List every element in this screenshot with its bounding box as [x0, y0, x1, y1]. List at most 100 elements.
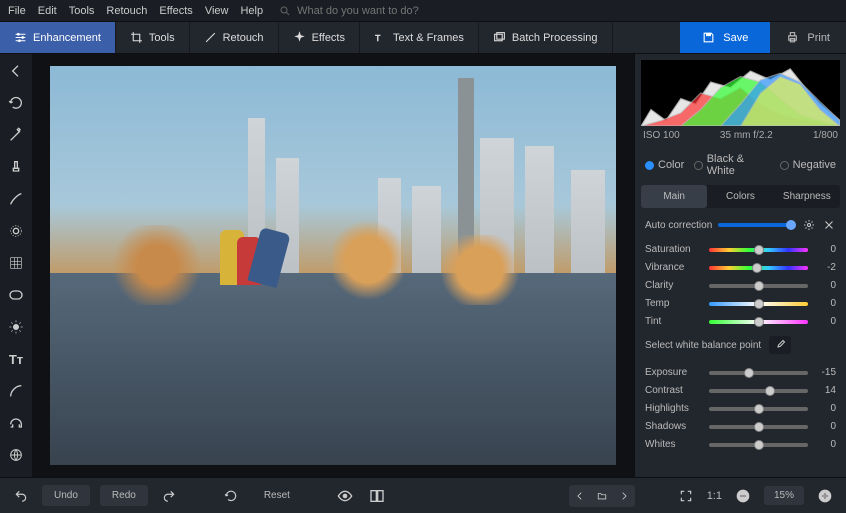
- fit-label[interactable]: 1:1: [707, 490, 722, 502]
- slider-track[interactable]: [709, 425, 808, 429]
- slider-label: Shadows: [645, 421, 703, 432]
- tool-column: Tт: [0, 54, 32, 477]
- slider-value: -2: [814, 262, 836, 273]
- search-box[interactable]: [279, 5, 457, 17]
- search-input[interactable]: [297, 5, 457, 17]
- sparkle-icon: [293, 31, 306, 44]
- subtab-sharpness[interactable]: Sharpness: [774, 185, 840, 208]
- menu-view[interactable]: View: [205, 5, 229, 17]
- redo-button[interactable]: Redo: [100, 485, 148, 506]
- next-icon[interactable]: [613, 485, 635, 507]
- tab-batch[interactable]: Batch Processing: [479, 22, 613, 53]
- slider-track[interactable]: [709, 266, 808, 270]
- crop-icon: [130, 31, 143, 44]
- print-icon: [786, 31, 799, 44]
- auto-label: Auto correction: [645, 220, 712, 231]
- wb-label: Select white balance point: [645, 340, 761, 351]
- slider-track[interactable]: [709, 284, 808, 288]
- slider-label: Whites: [645, 439, 703, 450]
- batch-icon: [493, 31, 506, 44]
- slider-track[interactable]: [709, 371, 808, 375]
- slider-track[interactable]: [709, 302, 808, 306]
- slider-tint[interactable]: Tint 0: [645, 316, 836, 327]
- menu-effects[interactable]: Effects: [159, 5, 192, 17]
- reset-icon[interactable]: [220, 485, 242, 507]
- undo-arrow-icon[interactable]: [10, 485, 32, 507]
- menu-edit[interactable]: Edit: [38, 5, 57, 17]
- slider-temp[interactable]: Temp 0: [645, 298, 836, 309]
- back-icon[interactable]: [7, 62, 25, 80]
- slider-sat[interactable]: Saturation 0: [645, 244, 836, 255]
- tab-text[interactable]: T Text & Frames: [360, 22, 479, 53]
- eye-icon[interactable]: [334, 485, 356, 507]
- slider-sh[interactable]: Shadows 0: [645, 421, 836, 432]
- save-icon: [702, 31, 715, 44]
- tab-retouch[interactable]: Retouch: [190, 22, 279, 53]
- zoom-out-icon[interactable]: [732, 485, 754, 507]
- meta-lens: 35 mm f/2.2: [720, 130, 773, 141]
- close-icon[interactable]: [822, 218, 836, 232]
- radio-negative[interactable]: Negative: [780, 159, 836, 171]
- eyedropper-icon[interactable]: [769, 336, 791, 354]
- save-label: Save: [723, 32, 748, 44]
- tab-tools[interactable]: Tools: [116, 22, 190, 53]
- fit-icon[interactable]: [675, 485, 697, 507]
- grid-icon[interactable]: [7, 254, 25, 272]
- auto-slider[interactable]: [718, 223, 796, 227]
- curve-icon[interactable]: [7, 382, 25, 400]
- meta-shutter: 1/800: [813, 130, 838, 141]
- circle-icon[interactable]: [7, 222, 25, 240]
- menu-tools[interactable]: Tools: [69, 5, 95, 17]
- slider-clar[interactable]: Clarity 0: [645, 280, 836, 291]
- slider-label: Vibrance: [645, 262, 703, 273]
- save-button[interactable]: Save: [680, 22, 770, 53]
- undo-button[interactable]: Undo: [42, 485, 90, 506]
- slider-con[interactable]: Contrast 14: [645, 385, 836, 396]
- slider-label: Contrast: [645, 385, 703, 396]
- tab-label: Text & Frames: [393, 32, 464, 44]
- wand-icon[interactable]: [7, 126, 25, 144]
- radio-color[interactable]: Color: [645, 159, 684, 171]
- subtab-colors[interactable]: Colors: [707, 185, 773, 208]
- menu-retouch[interactable]: Retouch: [106, 5, 147, 17]
- slider-label: Tint: [645, 316, 703, 327]
- tab-enhancement[interactable]: Enhancement: [0, 22, 116, 53]
- slider-hi[interactable]: Highlights 0: [645, 403, 836, 414]
- radio-bw[interactable]: Black & White: [694, 153, 769, 177]
- text-tool-icon[interactable]: Tт: [7, 350, 25, 368]
- tab-label: Tools: [149, 32, 175, 44]
- slider-track[interactable]: [709, 443, 808, 447]
- compare-icon[interactable]: [366, 485, 388, 507]
- folder-icon[interactable]: [591, 485, 613, 507]
- subtab-main[interactable]: Main: [641, 185, 707, 208]
- zoom-value[interactable]: 15%: [764, 486, 804, 505]
- light-icon[interactable]: [7, 318, 25, 336]
- headphones-icon[interactable]: [7, 414, 25, 432]
- rotate-icon[interactable]: [7, 94, 25, 112]
- slider-value: 0: [814, 244, 836, 255]
- slider-wh[interactable]: Whites 0: [645, 439, 836, 450]
- slider-value: 14: [814, 385, 836, 396]
- photo-metadata: ISO 100 35 mm f/2.2 1/800: [635, 128, 846, 147]
- globe-icon[interactable]: [7, 446, 25, 464]
- slider-track[interactable]: [709, 320, 808, 324]
- photo-canvas[interactable]: [50, 66, 616, 465]
- menu-help[interactable]: Help: [240, 5, 263, 17]
- slider-track[interactable]: [709, 407, 808, 411]
- slider-vib[interactable]: Vibrance -2: [645, 262, 836, 273]
- redo-arrow-icon[interactable]: [158, 485, 180, 507]
- reset-button[interactable]: Reset: [252, 485, 302, 506]
- menu-file[interactable]: File: [8, 5, 26, 17]
- stamp-icon[interactable]: [7, 158, 25, 176]
- prev-icon[interactable]: [569, 485, 591, 507]
- tabbar: Enhancement Tools Retouch Effects T Text…: [0, 22, 846, 54]
- slider-exp[interactable]: Exposure -15: [645, 367, 836, 378]
- paint-icon[interactable]: [7, 190, 25, 208]
- vignette-icon[interactable]: [7, 286, 25, 304]
- print-button[interactable]: Print: [770, 22, 846, 53]
- tab-effects[interactable]: Effects: [279, 22, 360, 53]
- gear-icon[interactable]: [802, 218, 816, 232]
- slider-track[interactable]: [709, 248, 808, 252]
- zoom-in-icon[interactable]: [814, 485, 836, 507]
- slider-track[interactable]: [709, 389, 808, 393]
